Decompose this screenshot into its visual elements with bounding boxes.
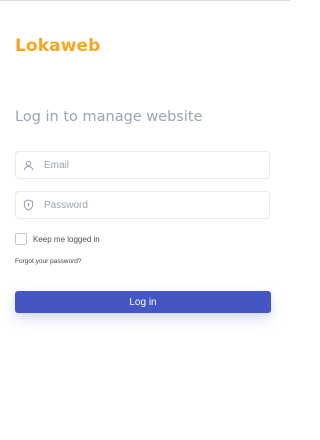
- remember-me[interactable]: Keep me logged in: [15, 233, 100, 245]
- remember-label: Keep me logged in: [33, 234, 100, 244]
- password-input[interactable]: [44, 199, 269, 211]
- email-field[interactable]: [15, 151, 270, 179]
- forgot-password-link[interactable]: Forgot your password?: [15, 258, 81, 265]
- password-field[interactable]: [15, 191, 270, 219]
- page-title: Log in to manage website: [15, 109, 203, 125]
- shield-icon: [22, 199, 34, 211]
- email-input[interactable]: [44, 159, 269, 171]
- login-page: Lokaweb Log in to manage website Keep me…: [0, 0, 290, 440]
- login-button[interactable]: Log in: [15, 291, 271, 313]
- user-icon: [22, 159, 34, 171]
- top-divider: [0, 0, 290, 1]
- remember-checkbox[interactable]: [15, 233, 27, 245]
- brand-logo: Lokaweb: [15, 36, 101, 56]
